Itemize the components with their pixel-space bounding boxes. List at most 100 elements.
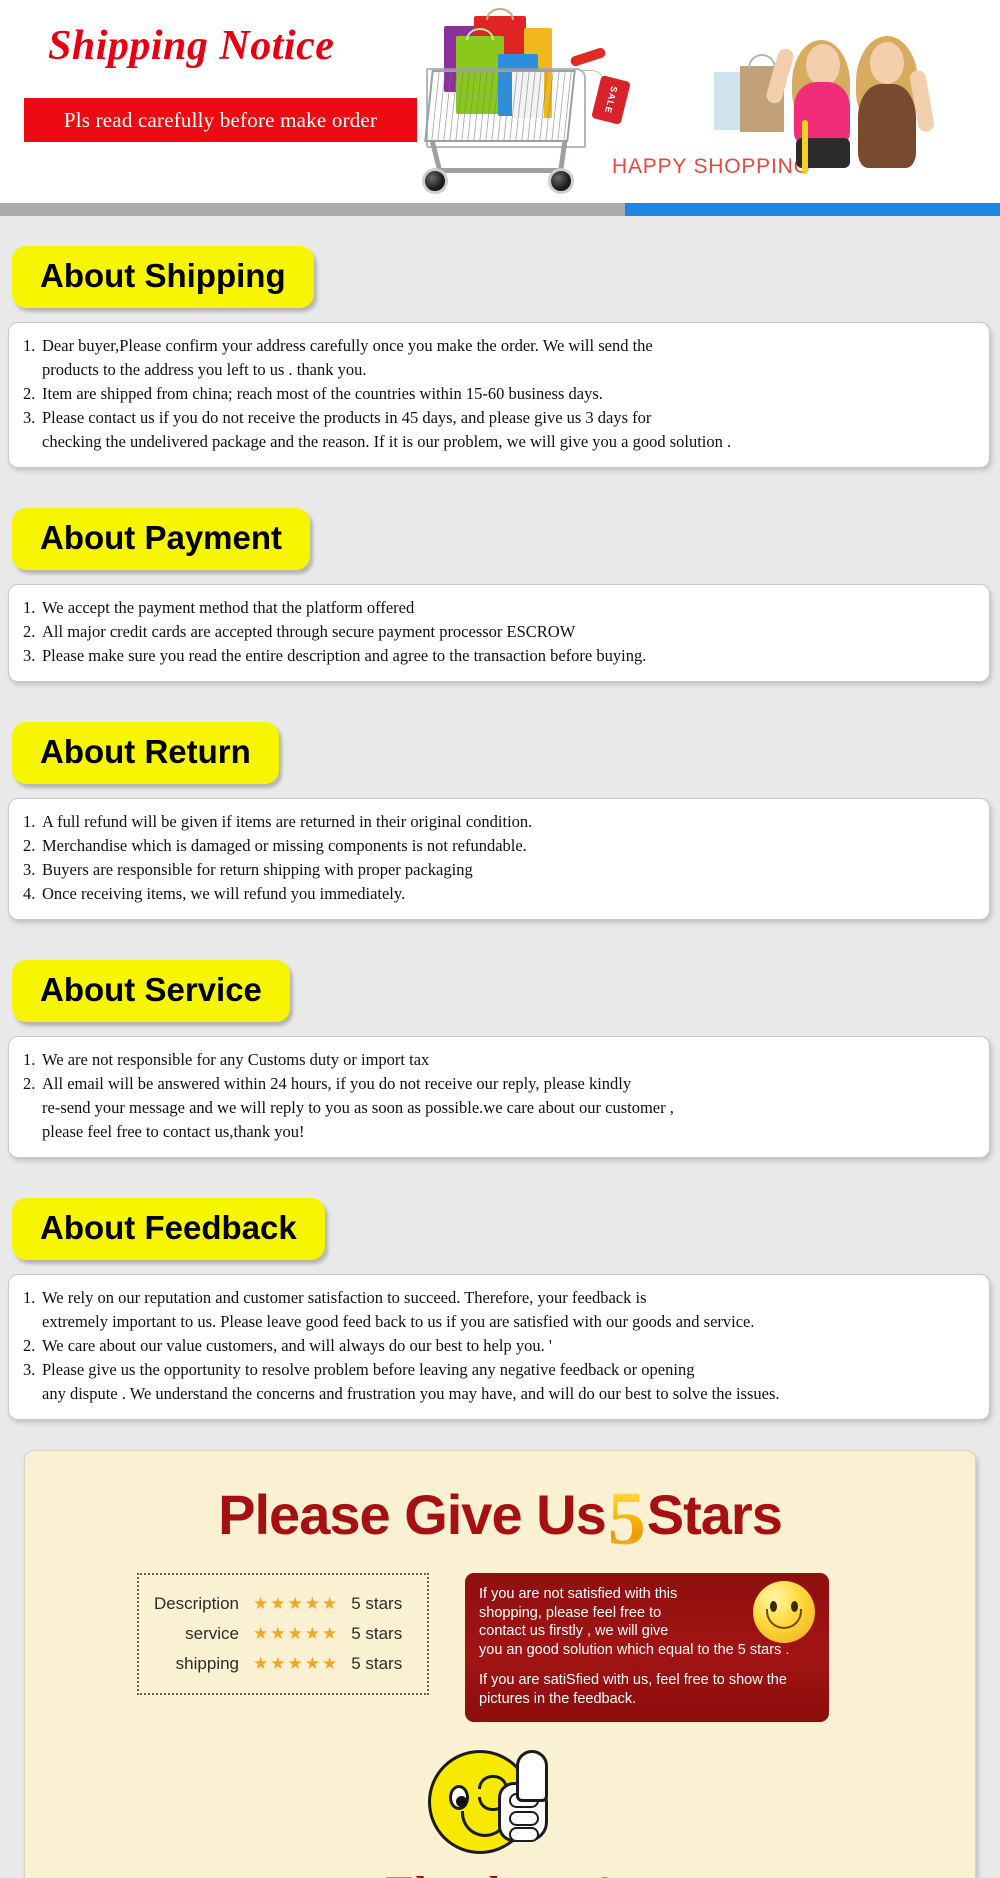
rating-row-service: service ★★★★★ 5 stars	[149, 1619, 411, 1649]
model-left-head-icon	[806, 44, 840, 86]
thank-you-text: Thank you!	[25, 1867, 975, 1878]
list-item-text: Please give us the opportunity to resolv…	[42, 1358, 780, 1406]
rating-label: shipping	[149, 1654, 253, 1674]
face-pupil-icon	[456, 1796, 467, 1807]
section-badge-shipping: About Shipping	[12, 246, 314, 308]
section-panel-payment: 1. We accept the payment method that the…	[8, 584, 990, 682]
list-item-number: 2.	[23, 382, 42, 406]
list-item-text: Item are shipped from china; reach most …	[42, 382, 603, 406]
model-right-top-icon	[858, 84, 916, 168]
list-item-number: 4.	[23, 882, 42, 906]
list-item-text: Please make sure you read the entire des…	[42, 644, 646, 668]
rating-row-shipping: shipping ★★★★★ 5 stars	[149, 1649, 411, 1679]
service-list: 1. We are not responsible for any Custom…	[23, 1048, 975, 1144]
thank-you-block: Thank you!	[25, 1744, 975, 1878]
list-item-number: 1.	[23, 334, 42, 382]
badge-label: About Payment	[40, 518, 282, 558]
five-star-icon: ★★★★★	[253, 1654, 339, 1674]
section-badge-feedback: About Feedback	[12, 1198, 325, 1260]
list-item: 4. Once receiving items, we will refund …	[23, 882, 975, 906]
cart-base-bar-icon	[434, 168, 564, 173]
list-item: 1. We rely on our reputation and custome…	[23, 1286, 975, 1334]
badge-label: About Service	[40, 970, 262, 1010]
section-badge-payment: About Payment	[12, 508, 310, 570]
list-item: 1. A full refund will be given if items …	[23, 810, 975, 834]
list-item-text: Merchandise which is damaged or missing …	[42, 834, 527, 858]
smiley-mouth-icon	[766, 1609, 802, 1629]
list-item: 2. Merchandise which is damaged or missi…	[23, 834, 975, 858]
list-item-number: 2.	[23, 620, 42, 644]
list-item-number: 2.	[23, 834, 42, 858]
five-stars-headline: Please Give Us5Stars	[25, 1483, 975, 1551]
list-item-text: Buyers are responsible for return shippi…	[42, 858, 473, 882]
badge-label: About Feedback	[40, 1208, 297, 1248]
list-item-number: 3.	[23, 858, 42, 882]
notice-paragraph-2: If you are satiSfied with us, feel free …	[479, 1671, 815, 1708]
badge-label: About Shipping	[40, 256, 286, 296]
section-panel-shipping: 1. Dear buyer,Please confirm your addres…	[8, 322, 990, 468]
section-panel-service: 1. We are not responsible for any Custom…	[8, 1036, 990, 1158]
shopper-models-illustration	[710, 10, 970, 203]
headline-number-five: 5	[606, 1477, 647, 1561]
ratings-and-notice-row: Description ★★★★★ 5 stars service ★★★★★ …	[25, 1573, 975, 1722]
section-badge-return: About Return	[12, 722, 279, 784]
list-item: 1. We accept the payment method that the…	[23, 596, 975, 620]
section-panel-feedback: 1. We rely on our reputation and custome…	[8, 1274, 990, 1420]
return-list: 1. A full refund will be given if items …	[23, 810, 975, 906]
section-return: About Return 1. A full refund will be gi…	[0, 682, 1000, 920]
headline-before: Please Give Us	[218, 1483, 606, 1546]
list-item-number: 1.	[23, 596, 42, 620]
list-item: 2. All email will be answered within 24 …	[23, 1072, 975, 1144]
cart-wheel-front-icon	[422, 168, 448, 194]
list-item-number: 2.	[23, 1072, 42, 1144]
payment-list: 1. We accept the payment method that the…	[23, 596, 975, 668]
list-item-text: We accept the payment method that the pl…	[42, 596, 414, 620]
list-item-number: 3.	[23, 644, 42, 668]
list-item-number: 2.	[23, 1334, 42, 1358]
list-item-text: We care about our value customers, and w…	[42, 1334, 552, 1358]
header-divider-bar	[0, 203, 1000, 216]
list-item-text: Once receiving items, we will refund you…	[42, 882, 405, 906]
rating-label: Description	[149, 1594, 253, 1614]
feedback-list: 1. We rely on our reputation and custome…	[23, 1286, 975, 1406]
cart-frame-icon	[426, 68, 586, 148]
winking-thumbs-up-icon	[420, 1744, 580, 1868]
list-item-text: We are not responsible for any Customs d…	[42, 1048, 429, 1072]
list-item-number: 1.	[23, 810, 42, 834]
list-item-text: Please contact us if you do not receive …	[42, 406, 731, 454]
list-item: 2. We care about our value customers, an…	[23, 1334, 975, 1358]
list-item-text: All major credit cards are accepted thro…	[42, 620, 575, 644]
list-item-number: 1.	[23, 1286, 42, 1334]
list-item: 1. Dear buyer,Please confirm your addres…	[23, 334, 975, 382]
list-item-text: All email will be answered within 24 hou…	[42, 1072, 674, 1144]
hand-knuckle-icon	[509, 1811, 539, 1826]
list-item-text: We rely on our reputation and customer s…	[42, 1286, 755, 1334]
list-item-number: 3.	[23, 1358, 42, 1406]
paper-bag-handle-icon	[748, 54, 776, 68]
list-item: 1. We are not responsible for any Custom…	[23, 1048, 975, 1072]
page-header: Shipping Notice Pls read carefully befor…	[0, 0, 1000, 203]
badge-label: About Return	[40, 732, 251, 772]
list-item-text: Dear buyer,Please confirm your address c…	[42, 334, 653, 382]
yellow-strap-icon	[802, 120, 808, 174]
satisfaction-notice-box: If you are not satisfied with this shopp…	[465, 1573, 829, 1722]
model-right-head-icon	[870, 42, 904, 84]
five-stars-card: Please Give Us5Stars Description ★★★★★ 5…	[24, 1450, 976, 1878]
rating-value: 5 stars	[339, 1594, 402, 1614]
section-feedback: About Feedback 1. We rely on our reputat…	[0, 1158, 1000, 1420]
thumbs-up-hand-icon	[498, 1750, 550, 1844]
rating-label: service	[149, 1624, 253, 1644]
shipping-list: 1. Dear buyer,Please confirm your addres…	[23, 334, 975, 454]
section-service: About Service 1. We are not responsible …	[0, 920, 1000, 1158]
list-item-number: 3.	[23, 406, 42, 454]
smiley-face-icon	[753, 1581, 815, 1643]
list-item: 2. Item are shipped from china; reach mo…	[23, 382, 975, 406]
list-item-number: 1.	[23, 1048, 42, 1072]
face-eye-open-icon	[449, 1785, 469, 1810]
sale-tag-label: SALE	[603, 85, 619, 115]
hand-knuckle-icon	[509, 1827, 539, 1842]
five-star-icon: ★★★★★	[253, 1624, 339, 1644]
list-item: 3. Please make sure you read the entire …	[23, 644, 975, 668]
list-item: 3. Please contact us if you do not recei…	[23, 406, 975, 454]
section-payment: About Payment 1. We accept the payment m…	[0, 468, 1000, 682]
